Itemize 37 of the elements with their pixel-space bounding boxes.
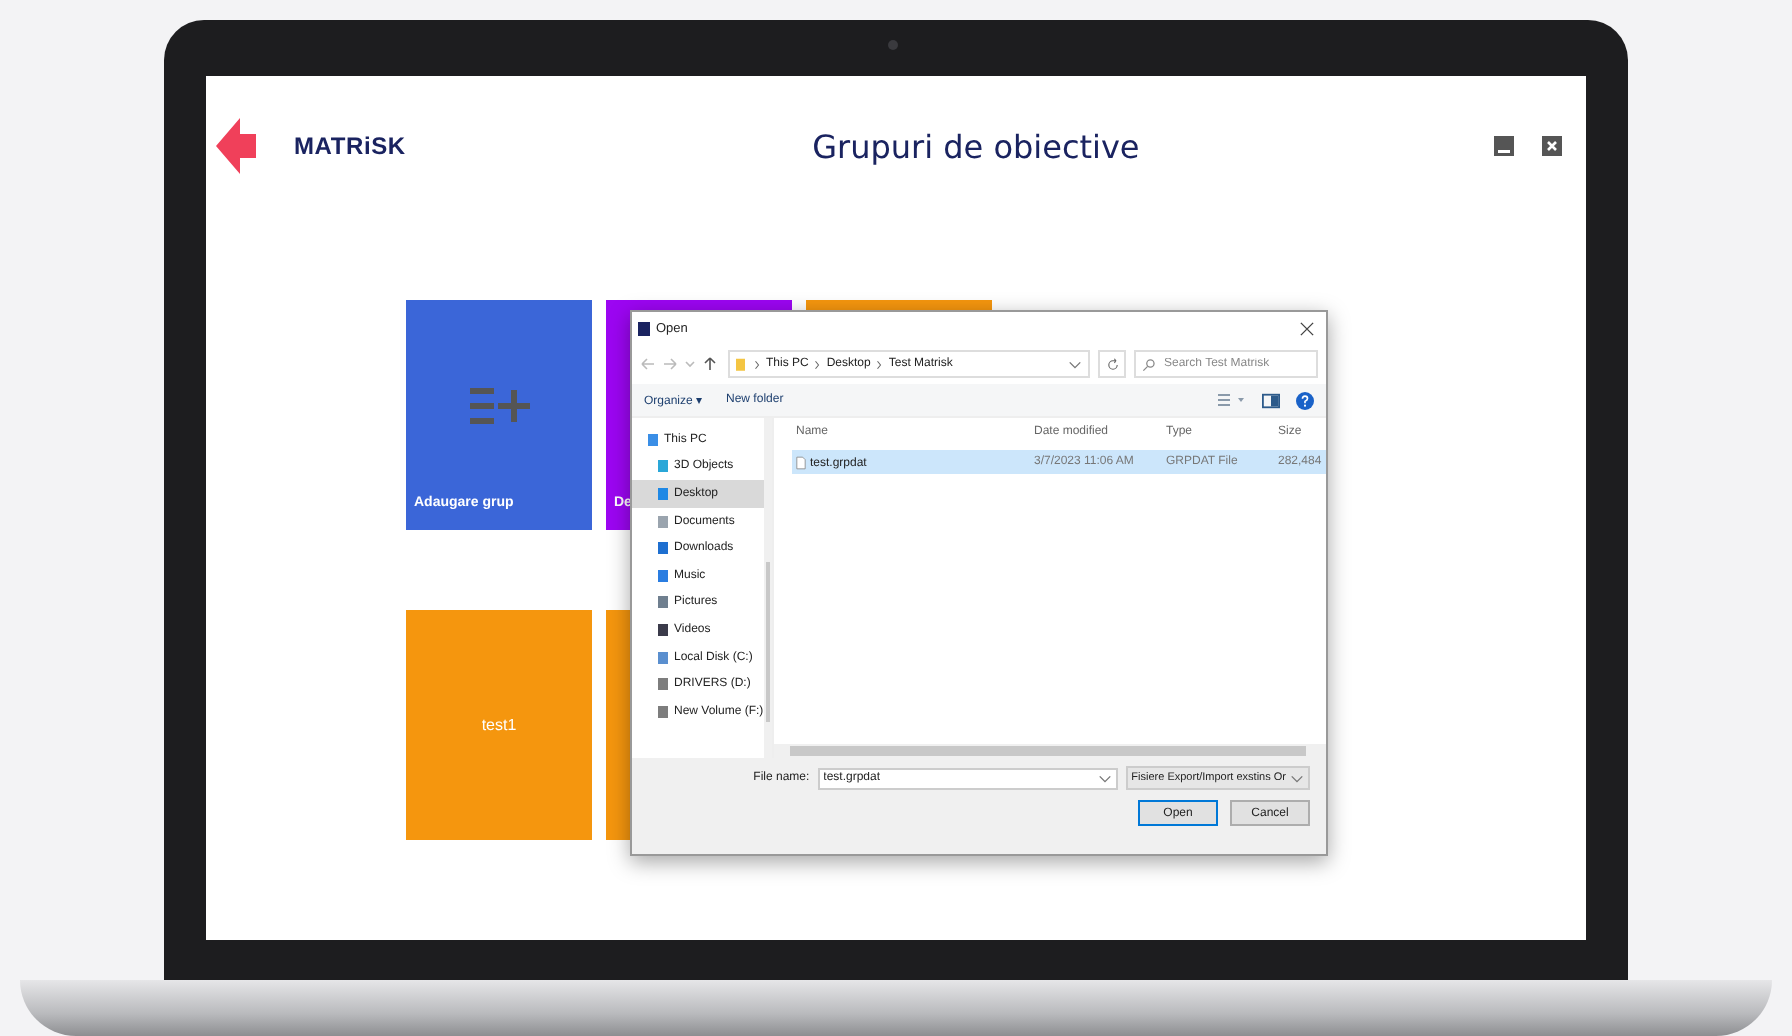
location-icon (658, 705, 668, 718)
search-icon (1142, 357, 1156, 371)
location-icon (658, 515, 668, 528)
close-icon[interactable] (1300, 321, 1314, 335)
refresh-button[interactable] (1098, 350, 1126, 378)
folder-icon (736, 356, 748, 372)
preview-pane-icon[interactable] (1262, 391, 1280, 409)
back-arrow-icon[interactable] (216, 118, 256, 174)
location-icon (658, 460, 668, 473)
location-icon (658, 596, 668, 609)
scrollbar[interactable] (763, 418, 772, 758)
scrollbar[interactable] (774, 744, 1326, 758)
location-icon (658, 678, 668, 691)
add-list-icon (470, 384, 530, 428)
chevron-icon (754, 359, 760, 369)
logo-text: MATRiSK (294, 132, 406, 160)
dropdown-icon[interactable] (1068, 359, 1082, 369)
location-icon (658, 623, 668, 636)
minimize-icon[interactable] (1494, 136, 1514, 156)
app-logo-icon (638, 321, 650, 335)
location-icon (658, 542, 668, 555)
page-title: Grupuri de obiective (810, 127, 1142, 165)
dropdown-icon[interactable] (1097, 773, 1112, 783)
tile-label: test1 (481, 716, 517, 734)
camera-dot (888, 40, 898, 50)
location-icon (658, 569, 668, 582)
close-icon[interactable] (1542, 136, 1562, 156)
view-options-icon[interactable] (1218, 392, 1246, 408)
chevron-icon (876, 359, 883, 369)
location-icon (648, 433, 658, 446)
location-icon (658, 651, 668, 664)
help-icon[interactable] (1296, 391, 1314, 409)
history-arrows-icon[interactable] (640, 356, 720, 372)
location-icon (658, 487, 668, 500)
dropdown-icon (1290, 773, 1304, 783)
chevron-icon (814, 359, 821, 369)
refresh-icon (1105, 357, 1119, 371)
